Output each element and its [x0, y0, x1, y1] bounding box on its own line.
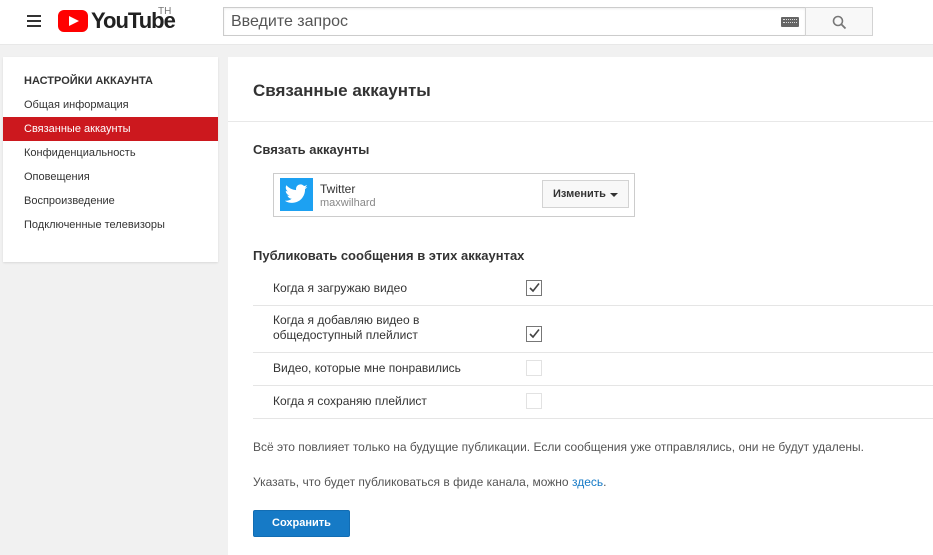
- menu-icon[interactable]: [27, 15, 41, 27]
- main-panel: Связанные аккаунты Связать аккаунты Twit…: [228, 57, 933, 555]
- option-label: Видео, которые мне понравились: [273, 361, 461, 375]
- account-username: maxwilhard: [320, 197, 376, 209]
- option-label: Когда я сохраняю плейлист: [273, 394, 427, 408]
- page-header: Связанные аккаунты: [228, 57, 933, 122]
- checkmark-icon: [529, 283, 540, 293]
- feed-settings-link[interactable]: здесь: [572, 475, 603, 489]
- change-button-label: Изменить: [553, 188, 606, 200]
- option-checkbox[interactable]: [526, 360, 542, 376]
- settings-sidebar: НАСТРОЙКИ АККАУНТА Общая информация Связ…: [3, 57, 218, 262]
- feed-settings-note: Указать, что будет публиковаться в фиде …: [253, 475, 606, 489]
- link-section-title: Связать аккаунты: [253, 142, 370, 157]
- search-icon: [832, 15, 847, 30]
- region-code: TH: [158, 6, 172, 17]
- page-title: Связанные аккаунты: [253, 81, 431, 100]
- play-logo-icon: [58, 10, 88, 32]
- caret-down-icon: [610, 193, 618, 197]
- search-box: [223, 7, 806, 36]
- sidebar-item-overview[interactable]: Общая информация: [3, 93, 218, 117]
- sidebar-item-notifications[interactable]: Оповещения: [3, 165, 218, 189]
- search-button[interactable]: [805, 7, 873, 36]
- future-posts-note: Всё это повлияет только на будущие публи…: [253, 440, 865, 454]
- twitter-icon: [280, 178, 313, 211]
- sidebar-title: НАСТРОЙКИ АККАУНТА: [24, 75, 153, 87]
- sidebar-item-playback[interactable]: Воспроизведение: [3, 189, 218, 213]
- sidebar-item-connected-accounts[interactable]: Связанные аккаунты: [3, 117, 218, 141]
- sidebar-item-privacy[interactable]: Конфиденциальность: [3, 141, 218, 165]
- keyboard-icon[interactable]: [781, 17, 799, 27]
- youtube-logo[interactable]: YouTube TH: [58, 6, 176, 33]
- save-button[interactable]: Сохранить: [253, 510, 350, 537]
- checkmark-icon: [529, 329, 540, 339]
- sidebar-item-connected-tvs[interactable]: Подключенные телевизоры: [3, 213, 218, 237]
- option-checkbox[interactable]: [526, 326, 542, 342]
- option-checkbox[interactable]: [526, 393, 542, 409]
- twitter-account-card: Twitter maxwilhard Изменить: [273, 173, 635, 217]
- option-row: Когда я добавляю видео в общедоступный п…: [253, 306, 933, 353]
- publish-section-title: Публиковать сообщения в этих аккаунтах: [253, 248, 525, 263]
- feed-note-text: Указать, что будет публиковаться в фиде …: [253, 475, 572, 489]
- account-service-name: Twitter: [320, 182, 356, 196]
- option-checkbox[interactable]: [526, 280, 542, 296]
- option-row: Когда я сохраняю плейлист: [253, 386, 933, 419]
- change-account-button[interactable]: Изменить: [542, 180, 629, 208]
- option-label: Когда я добавляю видео в общедоступный п…: [273, 313, 420, 342]
- option-row: Видео, которые мне понравились: [253, 353, 933, 386]
- search-input[interactable]: [224, 8, 764, 35]
- option-row: Когда я загружаю видео: [253, 272, 933, 306]
- masthead: YouTube TH: [0, 0, 933, 45]
- feed-note-suffix: .: [603, 475, 607, 489]
- option-label: Когда я загружаю видео: [273, 281, 408, 295]
